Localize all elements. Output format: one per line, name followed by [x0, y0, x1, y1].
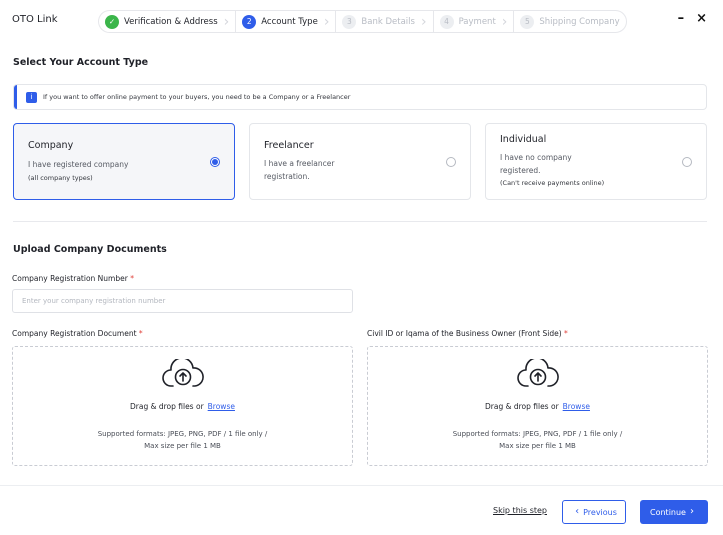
registration-document-dropzone[interactable]: Drag & drop files or Browse Supported for… — [12, 346, 353, 466]
label-text: Company Registration Document — [12, 329, 137, 338]
option-description-line1: I have a freelancer — [264, 159, 335, 168]
option-description: I have registered company — [28, 160, 129, 169]
close-icon[interactable]: × — [696, 12, 707, 26]
supported-formats: Supported formats: JPEG, PNG, PDF / 1 fi… — [368, 428, 707, 452]
option-subtext: (Can't receive payments online) — [500, 179, 605, 187]
footer-divider — [0, 485, 723, 486]
info-banner-accent — [14, 85, 17, 109]
registration-number-input[interactable] — [12, 289, 353, 313]
step-label: Account Type — [261, 16, 318, 27]
required-mark: * — [564, 329, 568, 338]
section-divider — [13, 221, 707, 222]
step-account-type[interactable]: 2 Account Type › — [235, 10, 336, 33]
stepper: ✓ Verification & Address › 2 Account Typ… — [98, 10, 627, 33]
option-description-line2: registration. — [264, 172, 310, 181]
supported-formats: Supported formats: JPEG, PNG, PDF / 1 fi… — [13, 428, 352, 452]
option-description-line2: registered. — [500, 166, 541, 175]
account-option-individual[interactable]: Individual I have no company registered.… — [485, 123, 707, 200]
cloud-upload-icon — [161, 357, 204, 391]
option-subtext: (all company types) — [28, 174, 93, 182]
option-title: Company — [28, 140, 74, 151]
previous-label: Previous — [583, 507, 617, 517]
drag-text: Drag & drop files or — [485, 402, 559, 411]
step-number: 2 — [242, 14, 257, 29]
option-description-line1: I have no company — [500, 153, 572, 162]
step-label: Shipping Company — [539, 16, 620, 27]
radio-freelancer[interactable] — [446, 157, 456, 167]
option-title: Freelancer — [264, 140, 314, 151]
chevron-right-icon: › — [223, 13, 230, 30]
step-payment[interactable]: 4 Payment › — [432, 10, 514, 33]
window-controls: – × — [678, 12, 707, 26]
account-option-company[interactable]: Company I have registered company (all c… — [13, 123, 235, 200]
formats-line2: Max size per file 1 MB — [144, 442, 221, 450]
step-label: Payment — [458, 16, 496, 27]
browse-link[interactable]: Browse — [563, 402, 590, 411]
step-number: 4 — [439, 14, 454, 29]
label-text: Civil ID or Iqama of the Business Owner … — [367, 329, 562, 338]
step-label: Verification & Address — [124, 16, 218, 27]
drag-drop-text: Drag & drop files or Browse — [13, 402, 352, 411]
radio-individual[interactable] — [682, 157, 692, 167]
required-mark: * — [130, 274, 134, 283]
continue-button[interactable]: Continue › — [640, 500, 708, 524]
step-bank-details[interactable]: 3 Bank Details › — [335, 10, 433, 33]
chevron-right-icon: › — [689, 506, 694, 517]
chevron-left-icon: ‹ — [575, 506, 580, 517]
info-banner: i If you want to offer online payment to… — [13, 84, 707, 110]
formats-line2: Max size per file 1 MB — [499, 442, 576, 450]
owner-id-label: Civil ID or Iqama of the Business Owner … — [367, 329, 568, 338]
registration-document-label: Company Registration Document * — [12, 329, 143, 338]
chevron-right-icon: › — [501, 13, 508, 30]
owner-id-dropzone[interactable]: Drag & drop files or Browse Supported for… — [367, 346, 708, 466]
formats-line1: Supported formats: JPEG, PNG, PDF / 1 fi… — [452, 430, 623, 438]
drag-drop-text: Drag & drop files or Browse — [368, 402, 707, 411]
section-title-upload: Upload Company Documents — [13, 244, 167, 255]
step-number: 5 — [520, 14, 535, 29]
chevron-right-icon: › — [420, 13, 427, 30]
skip-step-link[interactable]: Skip this step — [493, 506, 547, 515]
step-label: Bank Details — [361, 16, 415, 27]
required-mark: * — [138, 329, 143, 338]
step-shipping-company[interactable]: 5 Shipping Company — [513, 10, 627, 33]
cloud-upload-icon — [516, 357, 559, 391]
step-number: 3 — [342, 14, 357, 29]
previous-button[interactable]: ‹ Previous — [562, 500, 626, 524]
account-option-freelancer[interactable]: Freelancer I have a freelancer registrat… — [249, 123, 471, 200]
continue-label: Continue — [650, 507, 686, 517]
label-text: Company Registration Number — [12, 274, 128, 283]
check-icon: ✓ — [105, 14, 119, 29]
info-text: If you want to offer online payment to y… — [43, 93, 351, 101]
minimize-icon[interactable]: – — [678, 12, 685, 26]
browse-link[interactable]: Browse — [208, 402, 235, 411]
info-icon: i — [26, 91, 37, 103]
step-verification-address[interactable]: ✓ Verification & Address › — [98, 10, 236, 33]
drag-text: Drag & drop files or — [130, 402, 204, 411]
section-title-account-type: Select Your Account Type — [13, 57, 149, 68]
app-title: OTO Link — [12, 14, 58, 25]
registration-number-label: Company Registration Number * — [12, 274, 134, 283]
radio-company[interactable] — [210, 157, 220, 167]
option-title: Individual — [500, 134, 547, 145]
formats-line1: Supported formats: JPEG, PNG, PDF / 1 fi… — [97, 430, 268, 438]
chevron-right-icon: › — [323, 13, 330, 30]
